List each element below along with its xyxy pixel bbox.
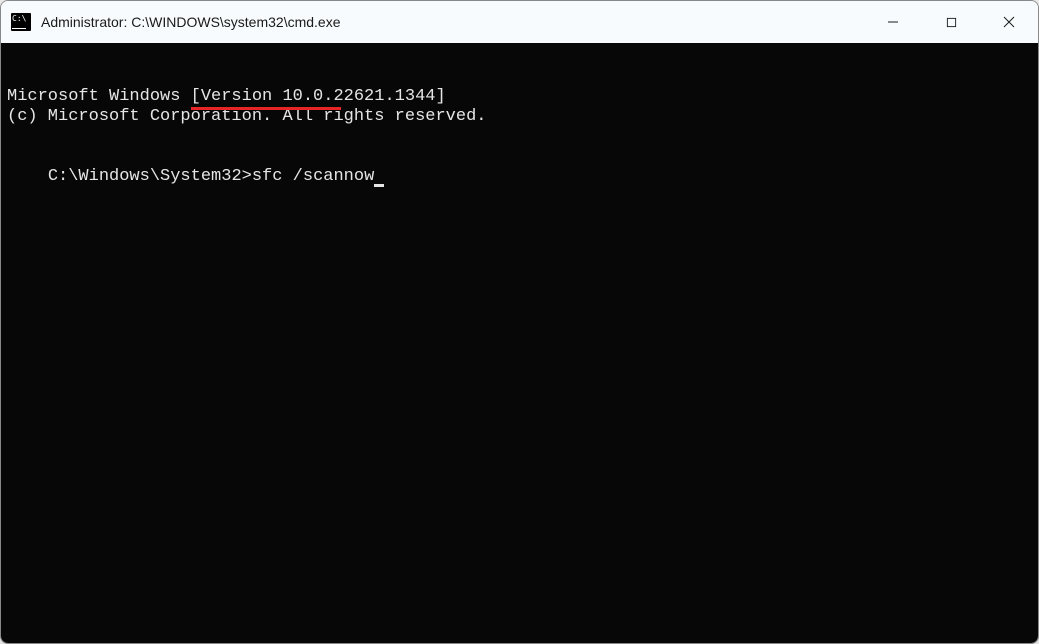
version-line: Microsoft Windows [Version 10.0.22621.13… xyxy=(7,87,1032,107)
cmd-window: Administrator: C:\WINDOWS\system32\cmd.e… xyxy=(0,0,1039,644)
window-controls xyxy=(864,1,1038,43)
cursor xyxy=(374,184,384,187)
copyright-line: (c) Microsoft Corporation. All rights re… xyxy=(7,107,1032,127)
console-area[interactable]: Microsoft Windows [Version 10.0.22621.13… xyxy=(1,43,1038,643)
command-text: sfc /scannow xyxy=(252,167,374,186)
maximize-icon xyxy=(946,17,957,28)
close-icon xyxy=(1003,16,1015,28)
minimize-icon xyxy=(887,16,899,28)
titlebar[interactable]: Administrator: C:\WINDOWS\system32\cmd.e… xyxy=(1,1,1038,43)
maximize-button[interactable] xyxy=(922,1,980,43)
command-underline-annotation xyxy=(191,107,341,110)
cmd-icon xyxy=(11,13,31,31)
prompt-line: C:\Windows\System32>sfc /scannow xyxy=(48,167,384,187)
minimize-button[interactable] xyxy=(864,1,922,43)
window-title: Administrator: C:\WINDOWS\system32\cmd.e… xyxy=(41,14,864,30)
prompt-text: C:\Windows\System32> xyxy=(48,167,252,186)
close-button[interactable] xyxy=(980,1,1038,43)
